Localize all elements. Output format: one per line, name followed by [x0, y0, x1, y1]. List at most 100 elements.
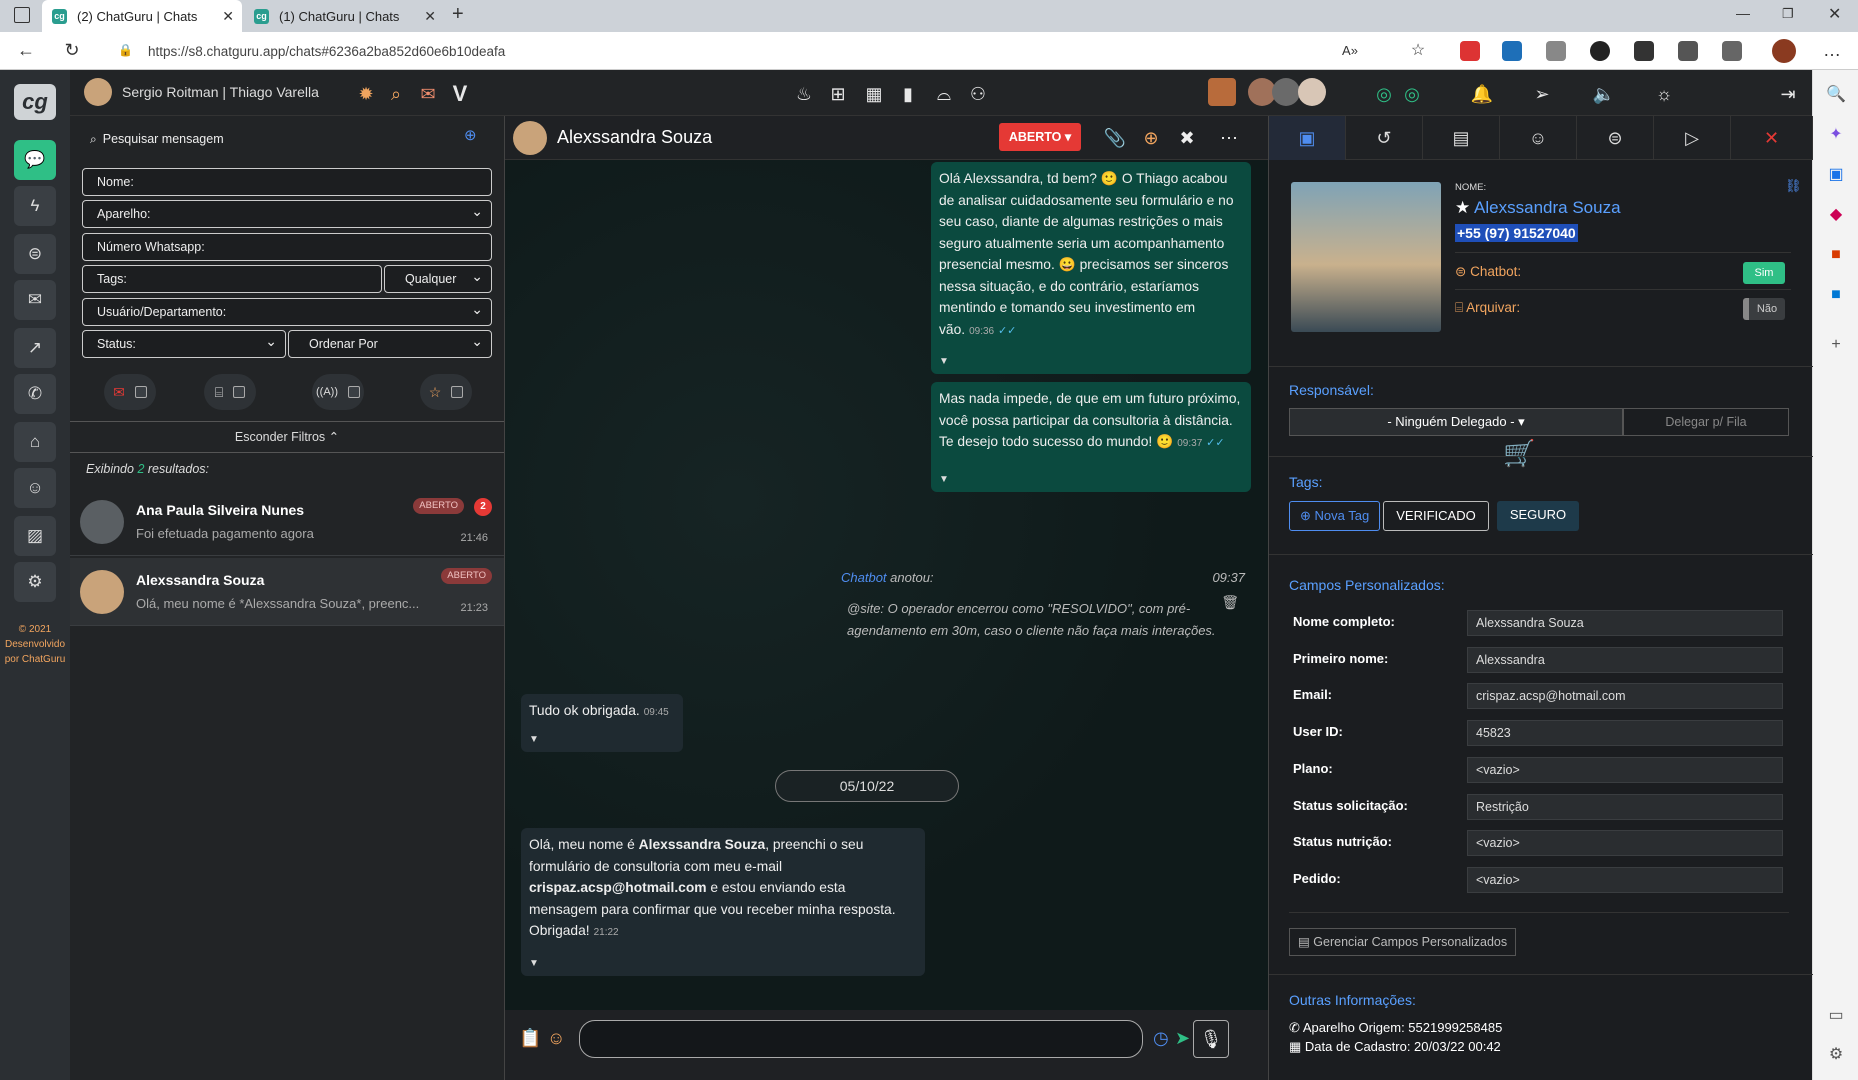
chat-list-item[interactable]: Ana Paula Silveira Nunes Foi efetuada pa…	[70, 488, 504, 556]
agent-avatar[interactable]	[1272, 78, 1300, 106]
games-icon[interactable]: ◆	[1825, 204, 1847, 226]
tags-match-select[interactable]: Qualquer	[384, 265, 492, 293]
add-contact-icon[interactable]: ⊕	[464, 126, 477, 144]
chats-icon[interactable]: 💬	[14, 140, 56, 180]
custom-field-input[interactable]: <vazio>	[1467, 830, 1783, 857]
tab-history[interactable]: ↺	[1346, 116, 1423, 160]
logout-icon[interactable]: ⇥	[1776, 82, 1800, 106]
chat-list-item[interactable]: Alexssandra Souza Olá, meu nome é *Alexs…	[70, 558, 504, 626]
settings-icon[interactable]: ⚙	[1825, 1044, 1847, 1066]
chat-status-dropdown[interactable]: ABERTO ▾	[999, 123, 1081, 151]
favorite-checkbox[interactable]	[451, 386, 464, 398]
custom-field-input[interactable]: <vazio>	[1467, 756, 1783, 783]
minimize-icon[interactable]: —	[1736, 5, 1750, 21]
whatsapp-icon[interactable]: ◎	[1372, 82, 1396, 106]
tab-users[interactable]: ☺	[1500, 116, 1577, 160]
phone-icon[interactable]: ✆	[14, 374, 56, 414]
archived-checkbox[interactable]	[233, 386, 246, 398]
new-tag-button[interactable]: ⊕ Nova Tag	[1289, 501, 1381, 531]
url-field[interactable]: 🔒 https://s8.chatguru.app/chats#6236a2ba…	[110, 38, 1360, 64]
broadcast-checkbox[interactable]	[348, 386, 360, 398]
users-icon[interactable]: ⚇	[966, 82, 990, 106]
broadcast-filter[interactable]: ((A))	[312, 374, 364, 410]
tab-actions-icon[interactable]	[14, 7, 30, 23]
more-icon[interactable]: ⋯	[1217, 126, 1241, 150]
attach-icon[interactable]: 📎	[1103, 126, 1127, 150]
message-input[interactable]	[579, 1020, 1143, 1058]
name-filter[interactable]: Nome:	[82, 168, 492, 196]
chevron-down-icon[interactable]: ▼	[529, 953, 539, 975]
puzzle-icon[interactable]	[1722, 41, 1742, 61]
order-by-select[interactable]: Ordenar Por	[288, 330, 492, 358]
link-icon[interactable]: ⛓	[1785, 178, 1802, 194]
window-close-icon[interactable]: ✕	[1828, 4, 1841, 24]
custom-field-input[interactable]: 45823	[1467, 720, 1783, 747]
outlook-icon[interactable]: ■	[1825, 284, 1847, 306]
tab-contact[interactable]: ▣	[1269, 116, 1346, 160]
browser-tab-2[interactable]: cg (1) ChatGuru | Chats ✕	[244, 0, 444, 32]
message-bubble[interactable]: Olá Alexssandra, td bem? 🙂 O Thiago acab…	[931, 162, 1251, 374]
tab-bot[interactable]: ⊜	[1577, 116, 1654, 160]
sidebar-toggle-icon[interactable]: ▭	[1825, 1005, 1847, 1027]
tag-verificado[interactable]: VERIFICADO	[1383, 501, 1489, 531]
search-icon[interactable]: 🔍	[1825, 84, 1847, 106]
tag-icon[interactable]: ⌂	[14, 422, 56, 462]
tag-seguro[interactable]: SEGURO	[1497, 501, 1579, 531]
message-bubble[interactable]: Mas nada impede, de que em um futuro pró…	[931, 382, 1251, 492]
mail-icon[interactable]: ✉	[416, 82, 440, 106]
new-tab-icon[interactable]: +	[452, 3, 464, 26]
gear-icon[interactable]: ✹	[354, 82, 378, 106]
inbox-icon[interactable]: ✉	[14, 280, 56, 320]
restore-icon[interactable]: ❐	[1782, 6, 1794, 22]
send-icon[interactable]: ➤	[1175, 1028, 1190, 1049]
cake-icon[interactable]: ♨	[792, 82, 816, 106]
delegate-queue-button[interactable]: Delegar p/ Fila	[1623, 408, 1789, 436]
robot-icon[interactable]: ⊜	[14, 234, 56, 274]
custom-field-input[interactable]: Restrição	[1467, 793, 1783, 820]
reload-icon[interactable]: ↻	[60, 40, 84, 61]
extension-icon[interactable]	[1460, 41, 1480, 61]
volume-icon[interactable]: 🔈	[1592, 82, 1616, 106]
extension-icon[interactable]	[1502, 41, 1522, 61]
bar-chart-icon[interactable]: ▮	[896, 82, 920, 106]
presentation-icon[interactable]: ⊞	[826, 82, 850, 106]
extension-icon[interactable]	[1546, 41, 1566, 61]
whatsapp-number-filter[interactable]: Número Whatsapp:	[82, 233, 492, 261]
user-avatar[interactable]	[84, 78, 112, 106]
add-icon[interactable]: +	[1825, 334, 1847, 356]
chart-icon[interactable]: ↗	[14, 328, 56, 368]
tags-filter[interactable]: Tags:	[82, 265, 382, 293]
unread-filter[interactable]: ✉	[104, 374, 156, 410]
more-icon[interactable]: …	[1820, 40, 1844, 61]
microphone-button[interactable]: 🎙	[1193, 1020, 1229, 1058]
theme-toggle-icon[interactable]: ☼	[1652, 82, 1676, 106]
tab-play[interactable]: ▷	[1654, 116, 1731, 160]
trash-icon[interactable]: 🗑	[1221, 594, 1239, 611]
extension-icon[interactable]	[1590, 41, 1610, 61]
calendar-icon[interactable]: ▦	[862, 82, 886, 106]
browser-tab-1[interactable]: cg (2) ChatGuru | Chats ✕	[42, 0, 242, 32]
custom-field-input[interactable]: Alexssandra Souza	[1467, 610, 1783, 636]
emoji-icon[interactable]: ☺	[547, 1028, 565, 1049]
templates-icon[interactable]: 📋	[519, 1028, 541, 1049]
chevron-down-icon[interactable]: ▼	[939, 469, 949, 491]
gear-icon[interactable]: ⚙	[14, 562, 56, 602]
back-icon[interactable]: ←	[14, 40, 38, 61]
delegate-dropdown[interactable]: - Ninguém Delegado - ▾	[1289, 408, 1623, 436]
chevron-down-icon[interactable]: ▼	[939, 351, 949, 373]
briefcase-icon[interactable]: ▣	[1825, 164, 1847, 186]
custom-field-input[interactable]: <vazio>	[1467, 866, 1783, 893]
bolt-icon[interactable]: ϟ	[14, 186, 56, 226]
office-icon[interactable]: ■	[1825, 244, 1847, 266]
star-icon[interactable]: ★	[1455, 198, 1470, 217]
search-icon[interactable]: ⌕	[384, 82, 408, 106]
v-logo-icon[interactable]: V	[448, 82, 472, 106]
device-filter[interactable]: Aparelho:	[82, 200, 492, 228]
profile-avatar[interactable]	[1772, 39, 1796, 63]
message-bubble[interactable]: Olá, meu nome é Alexssandra Souza, preen…	[521, 828, 925, 976]
extension-icon[interactable]	[1634, 41, 1654, 61]
user-icon[interactable]: ☺	[14, 468, 56, 508]
close-icon[interactable]: ✕	[222, 8, 234, 25]
send-icon[interactable]: ➢	[1530, 82, 1554, 106]
close-icon[interactable]: ✕	[424, 8, 436, 25]
